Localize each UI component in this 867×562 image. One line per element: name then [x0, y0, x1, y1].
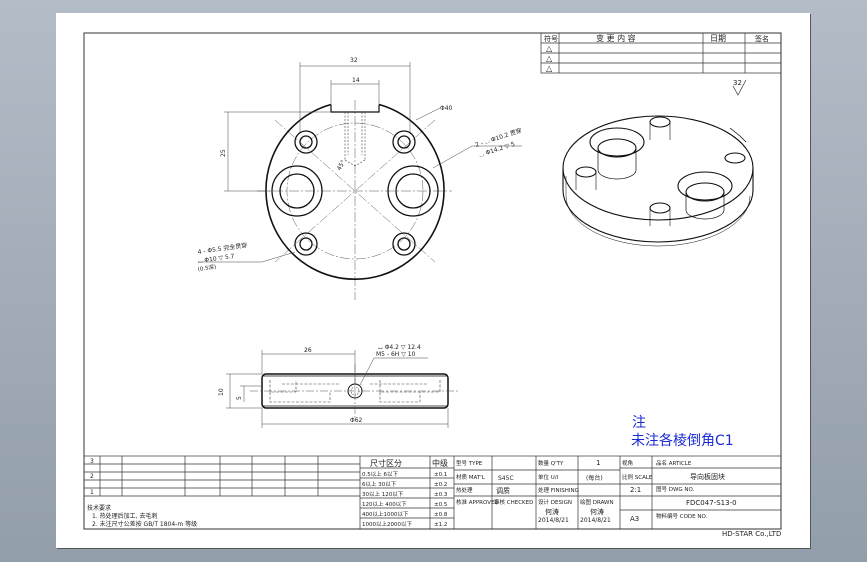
- size-0: 0.5以上 6以下: [362, 470, 398, 478]
- tol-5: ±1.2: [434, 522, 447, 528]
- designer: 何涛: [545, 507, 559, 516]
- rev-row-3: △: [546, 64, 553, 73]
- drawn-label: 绘图 DRAWN: [580, 498, 614, 506]
- dim-side-dia: Φ62: [350, 417, 363, 424]
- drafter: 何涛: [590, 507, 604, 516]
- approved-label: 核准 APPROVED: [456, 498, 499, 506]
- size-3: 120以上 400以下: [362, 500, 407, 508]
- roughness-value: 32: [733, 79, 742, 87]
- heat-label: 热处理: [456, 486, 473, 494]
- dim-angle: 45°: [336, 159, 347, 172]
- dwg-value: FDC047-S13-0: [686, 499, 737, 507]
- dwg-label: 图号 DWG NO.: [656, 485, 695, 493]
- tol-2: ±0.3: [434, 492, 448, 498]
- dim-side-height: 10: [218, 388, 225, 396]
- isometric-view: [562, 115, 754, 247]
- qty-label: 数量 Q'TY: [538, 459, 564, 467]
- dim-thread-2: M5 - 6H ▽ 10: [376, 351, 416, 358]
- qty-value: 1: [596, 459, 600, 467]
- size-5: 1000以上2000以下: [362, 520, 412, 528]
- rev-header-symbol: 符号: [544, 34, 558, 43]
- note-title: 注: [632, 415, 646, 431]
- dim-top-width: 32: [350, 57, 358, 64]
- date-2: 2014/8/21: [580, 517, 611, 524]
- rev-header-sign: 签名: [755, 34, 769, 43]
- scale-value: 2:1: [630, 486, 641, 494]
- dim-slot-width: 14: [352, 77, 360, 84]
- tb-row-2: 2: [90, 473, 94, 480]
- tech-title: 技术要求: [87, 504, 111, 512]
- size-value: A3: [630, 515, 639, 523]
- drawing-canvas: 符号 变 更 内 容 日期 签名 △ △ △ 32 32 14 Φ40 25 4…: [83, 32, 782, 538]
- unit-value: (每台): [586, 474, 603, 482]
- tech-line-1: 1. 热处理后加工, 去毛刺: [92, 512, 157, 520]
- tol-header: 中级: [432, 458, 448, 468]
- heat-value: 调质: [496, 486, 510, 495]
- dim-thread-1: ⌴ Φ4.2 ▽ 12.4: [378, 344, 421, 351]
- tech-line-2: 2. 未注尺寸公差按 GB/T 1804-m 等级: [92, 520, 197, 528]
- rev-header-date: 日期: [710, 34, 726, 43]
- checked-label: 审核 CHECKED: [494, 498, 533, 506]
- size-2: 30以上 120以下: [362, 490, 404, 498]
- tol-0: ±0.1: [434, 472, 447, 478]
- rev-row-1: △: [546, 44, 553, 53]
- tol-4: ±0.8: [434, 512, 448, 518]
- note-body: 未注各棱倒角C1: [631, 433, 734, 449]
- code-label: 物料编号 CODE NO.: [656, 512, 708, 520]
- dim-side-len: 26: [304, 347, 312, 354]
- name-label: 品名 ARTICLE: [656, 459, 692, 467]
- tol-3: ±0.5: [434, 502, 448, 508]
- tol-1: ±0.2: [434, 482, 447, 488]
- unit-label: 单位 U/I: [538, 473, 559, 481]
- finish-label: 处理 FINISHING: [538, 486, 579, 494]
- top-view: 32 14 Φ40 25 45° 2 - ⌴ Φ10.2 贯穿 ⌴ Φ14.2 …: [197, 57, 523, 300]
- scale-label: 比例 SCALE: [622, 473, 653, 481]
- size-1: 6以上 30以下: [362, 480, 397, 488]
- proj-label: 视角: [622, 459, 633, 467]
- size-4: 400以上1000以下: [362, 510, 409, 518]
- date-1: 2014/8/21: [538, 517, 569, 524]
- inner-frame: [83, 32, 782, 530]
- type-label: 型号 TYPE: [456, 459, 483, 467]
- rev-row-2: △: [546, 54, 553, 63]
- rev-header-content: 变 更 内 容: [596, 33, 636, 43]
- tb-row-3: 3: [90, 458, 94, 465]
- design-label: 设计 DESIGN: [538, 498, 572, 506]
- side-view: 26 10 5 Φ62 ⌴ Φ4.2 ▽ 12.4 M5 - 6H ▽ 10: [218, 344, 460, 428]
- name-value: 导向板固块: [690, 472, 725, 481]
- size-header: 尺寸区分: [370, 458, 402, 468]
- tb-row-1: 1: [90, 489, 94, 496]
- mat-label: 材质 MAT'L: [456, 473, 486, 481]
- revision-table: [540, 32, 782, 74]
- dim-height-left: 25: [220, 149, 227, 157]
- company-name: HD-STAR Co.,LTD: [722, 530, 781, 538]
- dim-outer-dia: Φ40: [440, 105, 453, 112]
- mat-value: S45C: [498, 475, 514, 482]
- dim-side-inner: 5: [236, 396, 243, 400]
